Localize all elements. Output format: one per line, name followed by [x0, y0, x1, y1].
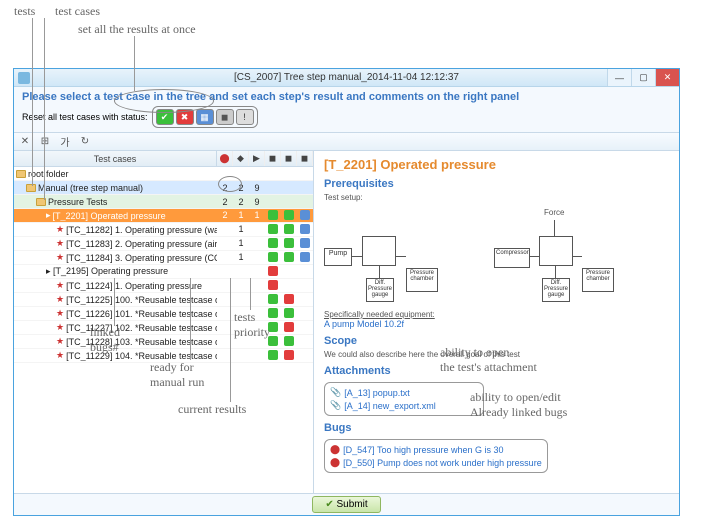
col-result-icon: ◼: [265, 151, 281, 166]
status-warn-button[interactable]: !: [236, 109, 254, 125]
folder-icon: [26, 184, 36, 192]
attachments-heading: Attachments: [324, 365, 669, 377]
tree-row[interactable]: ★ [TC_11283] 2. Operating pressure (air)…: [14, 237, 313, 251]
minimize-button[interactable]: —: [607, 69, 631, 86]
col-result3-icon: ◼: [297, 151, 313, 166]
detail-panel: [T_2201] Operated pressure Prerequisites…: [314, 151, 679, 493]
col-priority-icon: ◆: [233, 151, 249, 166]
tree-header: Test cases ⬤ ◆ ▶ ◼ ◼ ◼: [14, 151, 313, 167]
tree-body[interactable]: root folder Manual (tree step manual) 22…: [14, 167, 313, 493]
tree-row[interactable]: ★ [TC_11229] 104. *Reusable testcase on …: [14, 349, 313, 363]
tree-row[interactable]: ★ [TC_11228] 103. *Reusable testcase on …: [14, 335, 313, 349]
bugs-heading: Bugs: [324, 422, 669, 434]
callout-test-cases: test cases: [55, 4, 100, 19]
prereq-text: Test setup:: [324, 193, 669, 202]
callout-set-all: set all the results at once: [78, 22, 196, 37]
tree-panel: Test cases ⬤ ◆ ▶ ◼ ◼ ◼ root folder Manua…: [14, 151, 314, 493]
diagram: Pump Diff. Pressure gauge Pressure chamb…: [324, 206, 669, 306]
instruction-text: Please select a test case in the tree an…: [14, 87, 679, 105]
collapse-icon[interactable]: ⊞: [38, 135, 52, 149]
attachments-box: 📎[A_13] popup.txt 📎[A_14] new_export.xml: [324, 382, 484, 416]
reset-row: Reset all test cases with status: ✔ ✖ ▦ …: [14, 105, 679, 133]
scope-heading: Scope: [324, 335, 669, 347]
tree-selected[interactable]: ▸ [T_2201] Operated pressure 211: [14, 209, 313, 223]
tree-header-label: Test cases: [14, 151, 217, 166]
tree-row[interactable]: ★ [TC_11284] 3. Operating pressure (CO2)…: [14, 251, 313, 265]
attachment-item[interactable]: 📎[A_14] new_export.xml: [330, 399, 478, 412]
tree-toggle-icon[interactable]: 가: [58, 135, 72, 149]
tree-row[interactable]: ★ [TC_11225] 100. *Reusable testcase on …: [14, 293, 313, 307]
tree-row[interactable]: ★ [TC_11224] 1. Operating pressure: [14, 279, 313, 293]
refresh-icon[interactable]: ↻: [78, 135, 92, 149]
col-ready-icon: ▶: [249, 151, 265, 166]
tree-row[interactable]: ★ [TC_11227] 102. *Reusable testcase on …: [14, 321, 313, 335]
detail-title: [T_2201] Operated pressure: [324, 157, 669, 172]
footer: Submit: [14, 493, 679, 515]
close-button[interactable]: ✕: [655, 69, 679, 86]
app-window: [CS_2007] Tree step manual_2014-11-04 12…: [13, 68, 680, 516]
folder-icon: [36, 198, 46, 206]
maximize-button[interactable]: ▢: [631, 69, 655, 86]
tree-row[interactable]: ★ [TC_11226] 101. *Reusable testcase on …: [14, 307, 313, 321]
submit-button[interactable]: Submit: [312, 496, 380, 513]
bug-icon: ⬤: [330, 457, 340, 468]
status-pass-button[interactable]: ✔: [156, 109, 174, 125]
clip-icon: 📎: [330, 387, 341, 398]
bug-icon: ⬤: [330, 444, 340, 455]
app-icon: [18, 72, 30, 84]
titlebar: [CS_2007] Tree step manual_2014-11-04 12…: [14, 69, 679, 87]
expand-icon[interactable]: ✕: [18, 135, 32, 149]
bug-item[interactable]: ⬤[D_547] Too high pressure when G is 30: [330, 443, 542, 456]
toolbar: ✕ ⊞ 가 ↻: [14, 133, 679, 151]
bug-item[interactable]: ⬤[D_550] Pump does not work under high p…: [330, 456, 542, 469]
scope-text: We could also describe here the overall …: [324, 350, 669, 359]
reset-label: Reset all test cases with status:: [22, 112, 148, 122]
status-na-button[interactable]: ▦: [196, 109, 214, 125]
spec-link[interactable]: A pump Model 10.2f: [324, 319, 404, 329]
attachment-item[interactable]: 📎[A_13] popup.txt: [330, 386, 478, 399]
window-title: [CS_2007] Tree step manual_2014-11-04 12…: [234, 72, 459, 83]
status-blocked-button[interactable]: ◼: [216, 109, 234, 125]
callout-tests: tests: [14, 4, 35, 19]
col-result2-icon: ◼: [281, 151, 297, 166]
prereq-heading: Prerequisites: [324, 178, 669, 190]
bugs-box: ⬤[D_547] Too high pressure when G is 30 …: [324, 439, 548, 473]
tree-pressure[interactable]: Pressure Tests 229: [14, 195, 313, 209]
status-fail-button[interactable]: ✖: [176, 109, 194, 125]
tree-row[interactable]: ★ [TC_11282] 1. Operating pressure (want…: [14, 223, 313, 237]
tree-row[interactable]: ▸ [T_2195] Operating pressure: [14, 265, 313, 279]
tree-manual[interactable]: Manual (tree step manual) 229: [14, 181, 313, 195]
folder-icon: [16, 170, 26, 178]
clip-icon: 📎: [330, 400, 341, 411]
col-bug-icon: ⬤: [217, 151, 233, 166]
spec-label: Specifically needed equipment:: [324, 310, 669, 319]
tree-root[interactable]: root folder: [14, 167, 313, 181]
status-button-group: ✔ ✖ ▦ ◼ !: [152, 106, 258, 128]
